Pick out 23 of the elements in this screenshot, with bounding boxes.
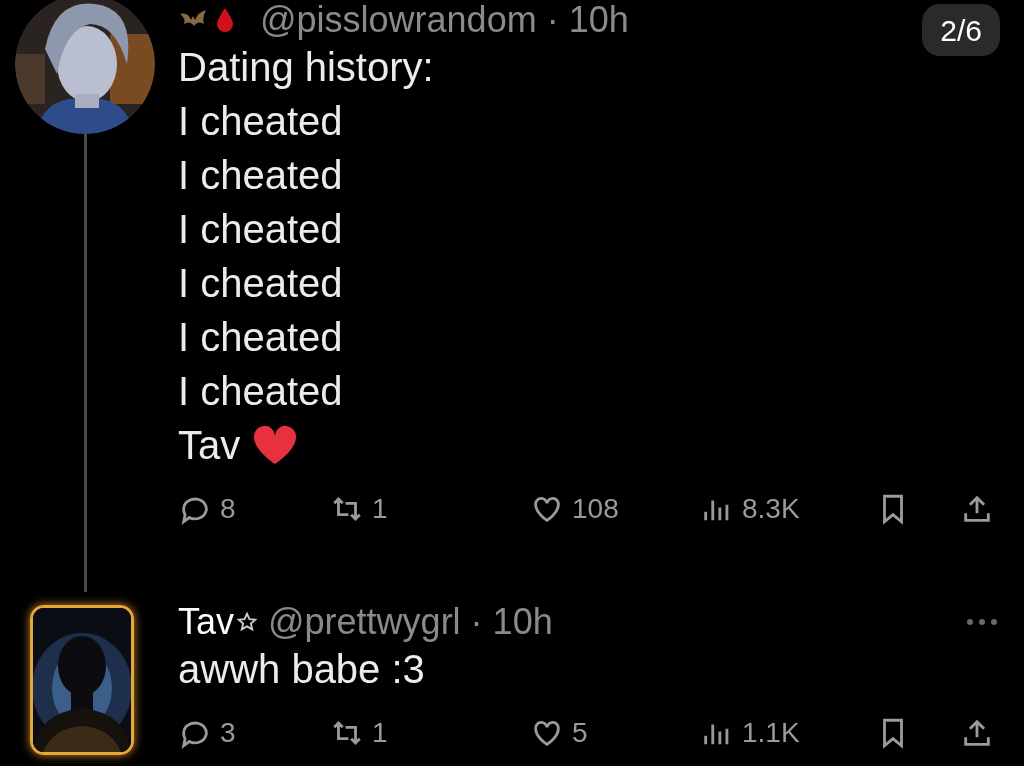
handle-time: @prettwygrl · 10h [268, 602, 553, 642]
tweet-text-line: I cheated [178, 206, 344, 253]
tweet-text-line: awwh babe :3 [178, 646, 426, 693]
handle-time: @pisslowrandom · 10h [260, 0, 629, 40]
tweet-text-line: Tav [178, 422, 241, 469]
blood-drop-icon [216, 7, 234, 33]
like-count: 108 [572, 495, 619, 523]
page-counter: 2/6 [922, 4, 1000, 56]
reply-count: 8 [220, 495, 236, 523]
tweet-text-line: I cheated [178, 152, 344, 199]
tweet-text-line: I cheated [178, 98, 344, 145]
tweet-text-line: I cheated [178, 260, 344, 307]
view-count: 8.3K [742, 495, 800, 523]
repost-count: 1 [372, 719, 388, 747]
repost-count: 1 [372, 495, 388, 523]
view-count: 1.1K [742, 719, 800, 747]
reply-count: 3 [220, 719, 236, 747]
tweet-text-line: I cheated [178, 368, 344, 415]
tweet-text-line: I cheated [178, 314, 344, 361]
more-icon[interactable] [964, 617, 1000, 627]
display-name[interactable]: Tav [178, 602, 235, 642]
like-count: 5 [572, 719, 588, 747]
tweet-text-line: Dating history: [178, 44, 435, 91]
